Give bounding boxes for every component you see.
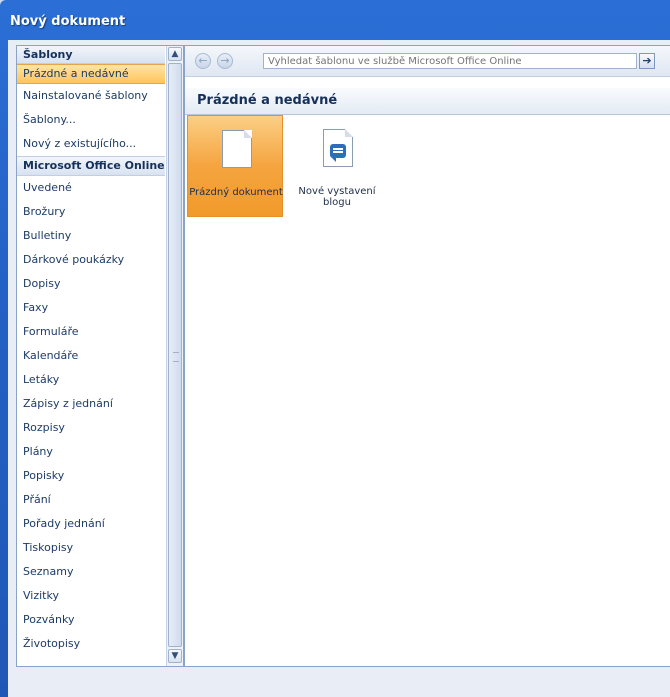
template-search-input[interactable] bbox=[263, 53, 637, 69]
sidebar-item-zapisy-z-jednani[interactable]: Zápisy z jednání bbox=[17, 392, 165, 416]
arrow-right-icon: → bbox=[220, 54, 230, 67]
arrow-left-icon: ← bbox=[198, 54, 208, 67]
title-bar[interactable]: Nový dokument bbox=[0, 0, 670, 44]
chevron-down-icon: ▼ bbox=[171, 651, 179, 661]
category-scrollbar[interactable]: ▲ ▼ bbox=[166, 46, 183, 666]
new-document-dialog: Nový dokument Šablony Prázdné a nedávné Na… bbox=[0, 0, 670, 697]
chevron-up-icon: ▲ bbox=[171, 49, 179, 59]
sidebar-item-popisky[interactable]: Popisky bbox=[17, 464, 165, 488]
template-categories-pane: Šablony Prázdné a nedávné Nainstalované ša… bbox=[16, 45, 184, 667]
tile-blank-document[interactable]: Prázdný dokument bbox=[187, 115, 283, 217]
category-header-sablony: Šablony bbox=[17, 46, 165, 64]
category-list: Šablony Prázdné a nedávné Nainstalované ša… bbox=[17, 46, 165, 666]
scroll-thumb[interactable] bbox=[168, 63, 182, 647]
sidebar-item-letaky[interactable]: Letáky bbox=[17, 368, 165, 392]
sidebar-item-rozpisy[interactable]: Rozpisy bbox=[17, 416, 165, 440]
category-header-microsoft-office-online[interactable]: Microsoft Office Online bbox=[17, 156, 165, 176]
sidebar-item-tiskopisy[interactable]: Tiskopisy bbox=[17, 536, 165, 560]
sidebar-item-brozury[interactable]: Brožury bbox=[17, 200, 165, 224]
sidebar-item-novy-z-existujiciho[interactable]: Nový z existujícího... bbox=[17, 132, 165, 156]
sidebar-item-dopisy[interactable]: Dopisy bbox=[17, 272, 165, 296]
sidebar-item-kalendare[interactable]: Kalendáře bbox=[17, 344, 165, 368]
back-button[interactable]: ← bbox=[195, 53, 211, 69]
speech-bubble-icon bbox=[330, 144, 346, 162]
sidebar-item-prazdne-a-nedavne[interactable]: Prázdné a nedávné bbox=[17, 64, 165, 84]
sidebar-item-formulare[interactable]: Formuláře bbox=[17, 320, 165, 344]
section-heading: Prázdné a nedávné bbox=[185, 88, 670, 115]
blank-document-icon bbox=[222, 130, 252, 168]
tile-new-blog-post[interactable]: Nové vystavení blogu bbox=[289, 115, 385, 217]
forward-button[interactable]: → bbox=[217, 53, 233, 69]
sidebar-item-vizitky[interactable]: Vizitky bbox=[17, 584, 165, 608]
sidebar-item-nainstalovane-sablony[interactable]: Nainstalované šablony bbox=[17, 84, 165, 108]
sidebar-item-seznamy[interactable]: Seznamy bbox=[17, 560, 165, 584]
sidebar-item-plany[interactable]: Plány bbox=[17, 440, 165, 464]
window-title: Nový dokument bbox=[10, 14, 126, 29]
navigation-toolbar: ← → ➔ bbox=[185, 46, 670, 77]
sidebar-item-darkove-poukazky[interactable]: Dárkové poukázky bbox=[17, 248, 165, 272]
sidebar-item-uvedene[interactable]: Uvedené bbox=[17, 176, 165, 200]
dialog-body: Šablony Prázdné a nedávné Nainstalované ša… bbox=[8, 40, 670, 697]
template-content-pane: ← → ➔ Prázdné a nedávné Prázdný dokument bbox=[184, 45, 670, 667]
grip-icon bbox=[173, 352, 179, 362]
sidebar-item-pozvanky[interactable]: Pozvánky bbox=[17, 608, 165, 632]
tile-label: Nové vystavení blogu bbox=[298, 186, 376, 208]
section-title: Prázdné a nedávné bbox=[197, 93, 338, 108]
scroll-up-button[interactable]: ▲ bbox=[168, 47, 182, 61]
sidebar-item-sablony[interactable]: Šablony... bbox=[17, 108, 165, 132]
sidebar-item-prani[interactable]: Přání bbox=[17, 488, 165, 512]
tile-label: Prázdný dokument bbox=[189, 187, 283, 198]
sidebar-item-zivotopisy[interactable]: Životopisy bbox=[17, 632, 165, 656]
arrow-right-icon: ➔ bbox=[642, 54, 652, 67]
sidebar-item-faxy[interactable]: Faxy bbox=[17, 296, 165, 320]
search-go-button[interactable]: ➔ bbox=[639, 53, 655, 69]
sidebar-item-porady-jednani[interactable]: Pořady jednání bbox=[17, 512, 165, 536]
scroll-down-button[interactable]: ▼ bbox=[168, 649, 182, 663]
blog-post-icon bbox=[323, 129, 353, 167]
sidebar-item-bulletiny[interactable]: Bulletiny bbox=[17, 224, 165, 248]
